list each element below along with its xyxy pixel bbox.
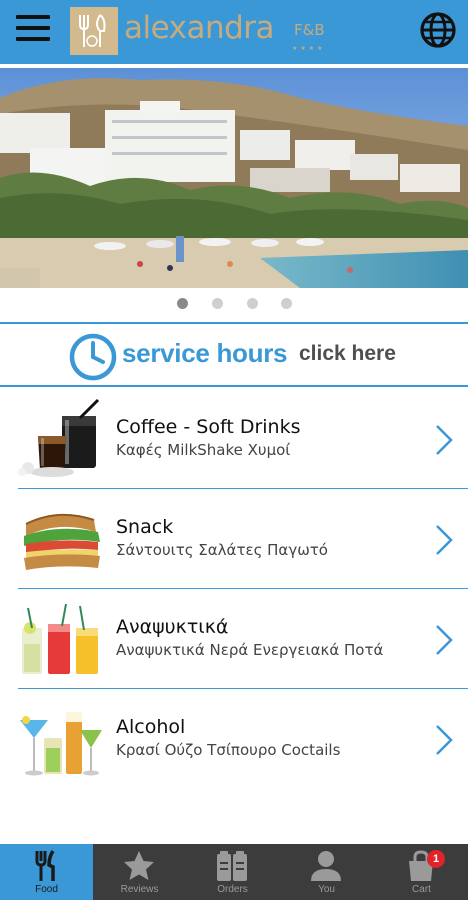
carousel-indicator — [0, 296, 468, 312]
menu-item-title: Snack — [116, 516, 174, 538]
bottom-navigation: Food Reviews Orders You 1 Cart — [0, 844, 468, 900]
tab-label: Cart — [412, 884, 431, 895]
tab-orders[interactable]: Orders — [186, 844, 279, 900]
menu-item-title: Αναψυκτικά — [116, 616, 229, 638]
logo-mark-icon — [70, 7, 118, 55]
logo-text: alexandra — [124, 10, 275, 46]
coffee-drinks-image — [18, 398, 104, 480]
app-header: alexandra F&B ★★★★ — [0, 0, 468, 64]
service-hours-link[interactable]: click here — [299, 342, 396, 366]
carousel-dot[interactable] — [247, 298, 258, 309]
logo-subtext: F&B — [294, 21, 325, 39]
carousel-dot[interactable] — [177, 298, 188, 309]
menu-item-subtitle: Αναψυκτικά Νερά Ενεργειακά Ποτά — [116, 641, 384, 659]
sandwich-image — [18, 498, 104, 580]
menu-item-soft-drinks[interactable]: Αναψυκτικά Αναψυκτικά Νερά Ενεργειακά Πο… — [18, 590, 468, 688]
tab-you[interactable]: You — [280, 844, 373, 900]
menu-item-snack[interactable]: Snack Σάντουιτς Σαλάτες Παγωτό — [18, 490, 468, 588]
cutlery-icon — [29, 849, 63, 883]
list-divider — [18, 588, 468, 589]
carousel-dot[interactable] — [281, 298, 292, 309]
menu-item-subtitle: Σάντουιτς Σαλάτες Παγωτό — [116, 541, 328, 559]
user-icon — [309, 849, 343, 883]
clipboard-icon — [215, 849, 249, 883]
banner-image[interactable] — [0, 68, 468, 288]
cocktails-image — [18, 698, 104, 780]
tab-label: Orders — [217, 884, 248, 895]
chevron-right-icon — [433, 722, 455, 758]
star-icon — [122, 849, 156, 883]
globe-icon[interactable] — [418, 10, 458, 50]
chevron-right-icon — [433, 522, 455, 558]
menu-item-alcohol[interactable]: Alcohol Κρασί Ούζο Τσίπουρο Coctails — [18, 690, 468, 788]
menu-item-coffee-soft-drinks[interactable]: Coffee - Soft Drinks Καφές MilkShake Χυμ… — [18, 390, 468, 488]
menu-item-title: Alcohol — [116, 716, 186, 738]
clock-icon — [68, 332, 118, 382]
menu-item-subtitle: Κρασί Ούζο Τσίπουρο Coctails — [116, 741, 341, 759]
service-hours-button[interactable]: service hours click here — [0, 326, 468, 384]
list-divider — [18, 488, 468, 489]
chevron-right-icon — [433, 422, 455, 458]
soft-drinks-image — [18, 598, 104, 680]
carousel-dot[interactable] — [212, 298, 223, 309]
hamburger-menu-icon[interactable] — [14, 11, 52, 47]
menu-item-title: Coffee - Soft Drinks — [116, 416, 301, 438]
cart-count-badge: 1 — [427, 850, 445, 868]
tab-reviews[interactable]: Reviews — [93, 844, 186, 900]
logo-stars: ★★★★ — [292, 45, 326, 52]
list-divider — [18, 688, 468, 689]
divider — [0, 322, 468, 324]
tab-label: Reviews — [120, 884, 159, 895]
menu-item-subtitle: Καφές MilkShake Χυμοί — [116, 441, 291, 459]
tab-cart[interactable]: 1 Cart — [375, 844, 468, 900]
service-hours-title: service hours — [122, 338, 288, 368]
divider — [0, 385, 468, 387]
tab-food[interactable]: Food — [0, 844, 93, 900]
chevron-right-icon — [433, 622, 455, 658]
tab-label: Food — [35, 884, 58, 895]
tab-label: You — [318, 884, 335, 895]
brand-logo[interactable]: alexandra F&B ★★★★ — [70, 7, 342, 55]
